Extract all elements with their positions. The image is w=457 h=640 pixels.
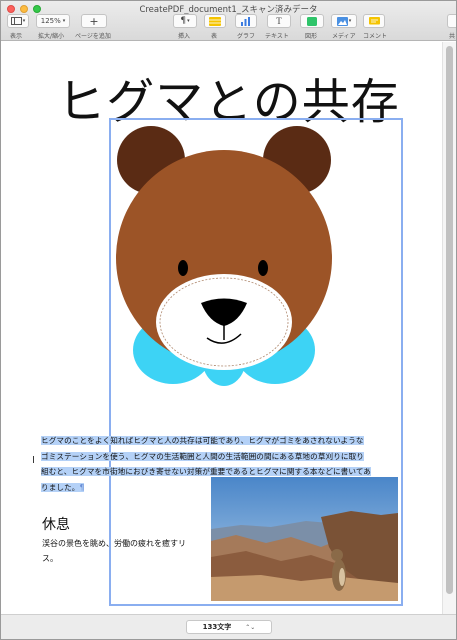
insert-button[interactable]: ¶ ▾ xyxy=(173,14,197,28)
share-label: 共 xyxy=(449,33,456,40)
window-title: CreatePDF_document1_スキャン済みデータ xyxy=(139,5,318,15)
scroll-thumb[interactable] xyxy=(446,46,453,594)
shape-button[interactable] xyxy=(300,14,324,28)
table-button[interactable] xyxy=(204,14,226,28)
add-page-label: ページを追加 xyxy=(75,33,111,40)
toolbar: CreatePDF_document1_スキャン済みデータ ▾ 表示 125% … xyxy=(1,1,456,41)
zoom-select[interactable]: 125% ▾ xyxy=(36,14,70,28)
image-icon xyxy=(336,16,348,26)
sidebar-icon xyxy=(10,17,22,25)
comment-label: コメント xyxy=(363,33,388,40)
chart-button[interactable] xyxy=(235,14,257,28)
zoom-label: 拡大/縮小 xyxy=(38,33,65,40)
chevron-down-icon: ▾ xyxy=(187,18,190,24)
view-label: 表示 xyxy=(10,33,23,40)
add-page-button[interactable]: + xyxy=(81,14,107,28)
stepper-icon: ⌃⌄ xyxy=(245,623,256,631)
text-button[interactable]: T xyxy=(267,14,291,28)
canyon-photo[interactable] xyxy=(211,477,398,601)
chevron-down-icon: ▾ xyxy=(348,18,352,24)
plus-icon: + xyxy=(89,14,99,28)
bar-chart-icon xyxy=(241,16,250,26)
rest-caption[interactable]: 渓谷の景色を眺め、労働の疲れを癒すリス。 xyxy=(42,536,192,566)
word-count: 133文字 xyxy=(202,623,232,631)
chart-label: グラフ xyxy=(237,33,256,40)
table-label: 表 xyxy=(211,33,218,40)
shape-label: 図形 xyxy=(305,33,318,40)
text-label: テキスト xyxy=(265,33,289,40)
table-icon xyxy=(209,16,221,26)
text-box-icon: T xyxy=(276,16,282,26)
document-canvas[interactable]: ヒグマとの共存 ヒグマのことをよく知ればヒグマと人の共存は可能であり、ヒグマがゴ… xyxy=(1,42,442,614)
shape-icon xyxy=(307,16,317,26)
insert-label: 挿入 xyxy=(178,33,191,40)
comment-button[interactable] xyxy=(363,14,385,28)
chevron-down-icon: ▾ xyxy=(62,18,66,24)
rest-heading[interactable]: 休息 xyxy=(42,514,70,534)
vertical-scrollbar[interactable] xyxy=(442,42,456,614)
comment-icon xyxy=(368,16,380,24)
text-cursor-icon: I xyxy=(32,455,35,466)
pilcrow-icon: ¶ xyxy=(180,16,187,26)
share-button[interactable] xyxy=(447,14,456,28)
pilcrow-mark: ¶ xyxy=(79,482,85,492)
view-button[interactable]: ▾ xyxy=(7,14,29,28)
zoom-value: 125% xyxy=(40,17,61,25)
status-bar: 133文字 ⌃⌄ xyxy=(1,614,456,639)
chevron-down-icon: ▾ xyxy=(22,18,26,24)
media-label: メディア xyxy=(332,33,356,40)
media-button[interactable]: ▾ xyxy=(331,14,357,28)
word-count-select[interactable]: 133文字 ⌃⌄ xyxy=(186,620,272,634)
app-window: CreatePDF_document1_スキャン済みデータ ▾ 表示 125% … xyxy=(0,0,457,640)
